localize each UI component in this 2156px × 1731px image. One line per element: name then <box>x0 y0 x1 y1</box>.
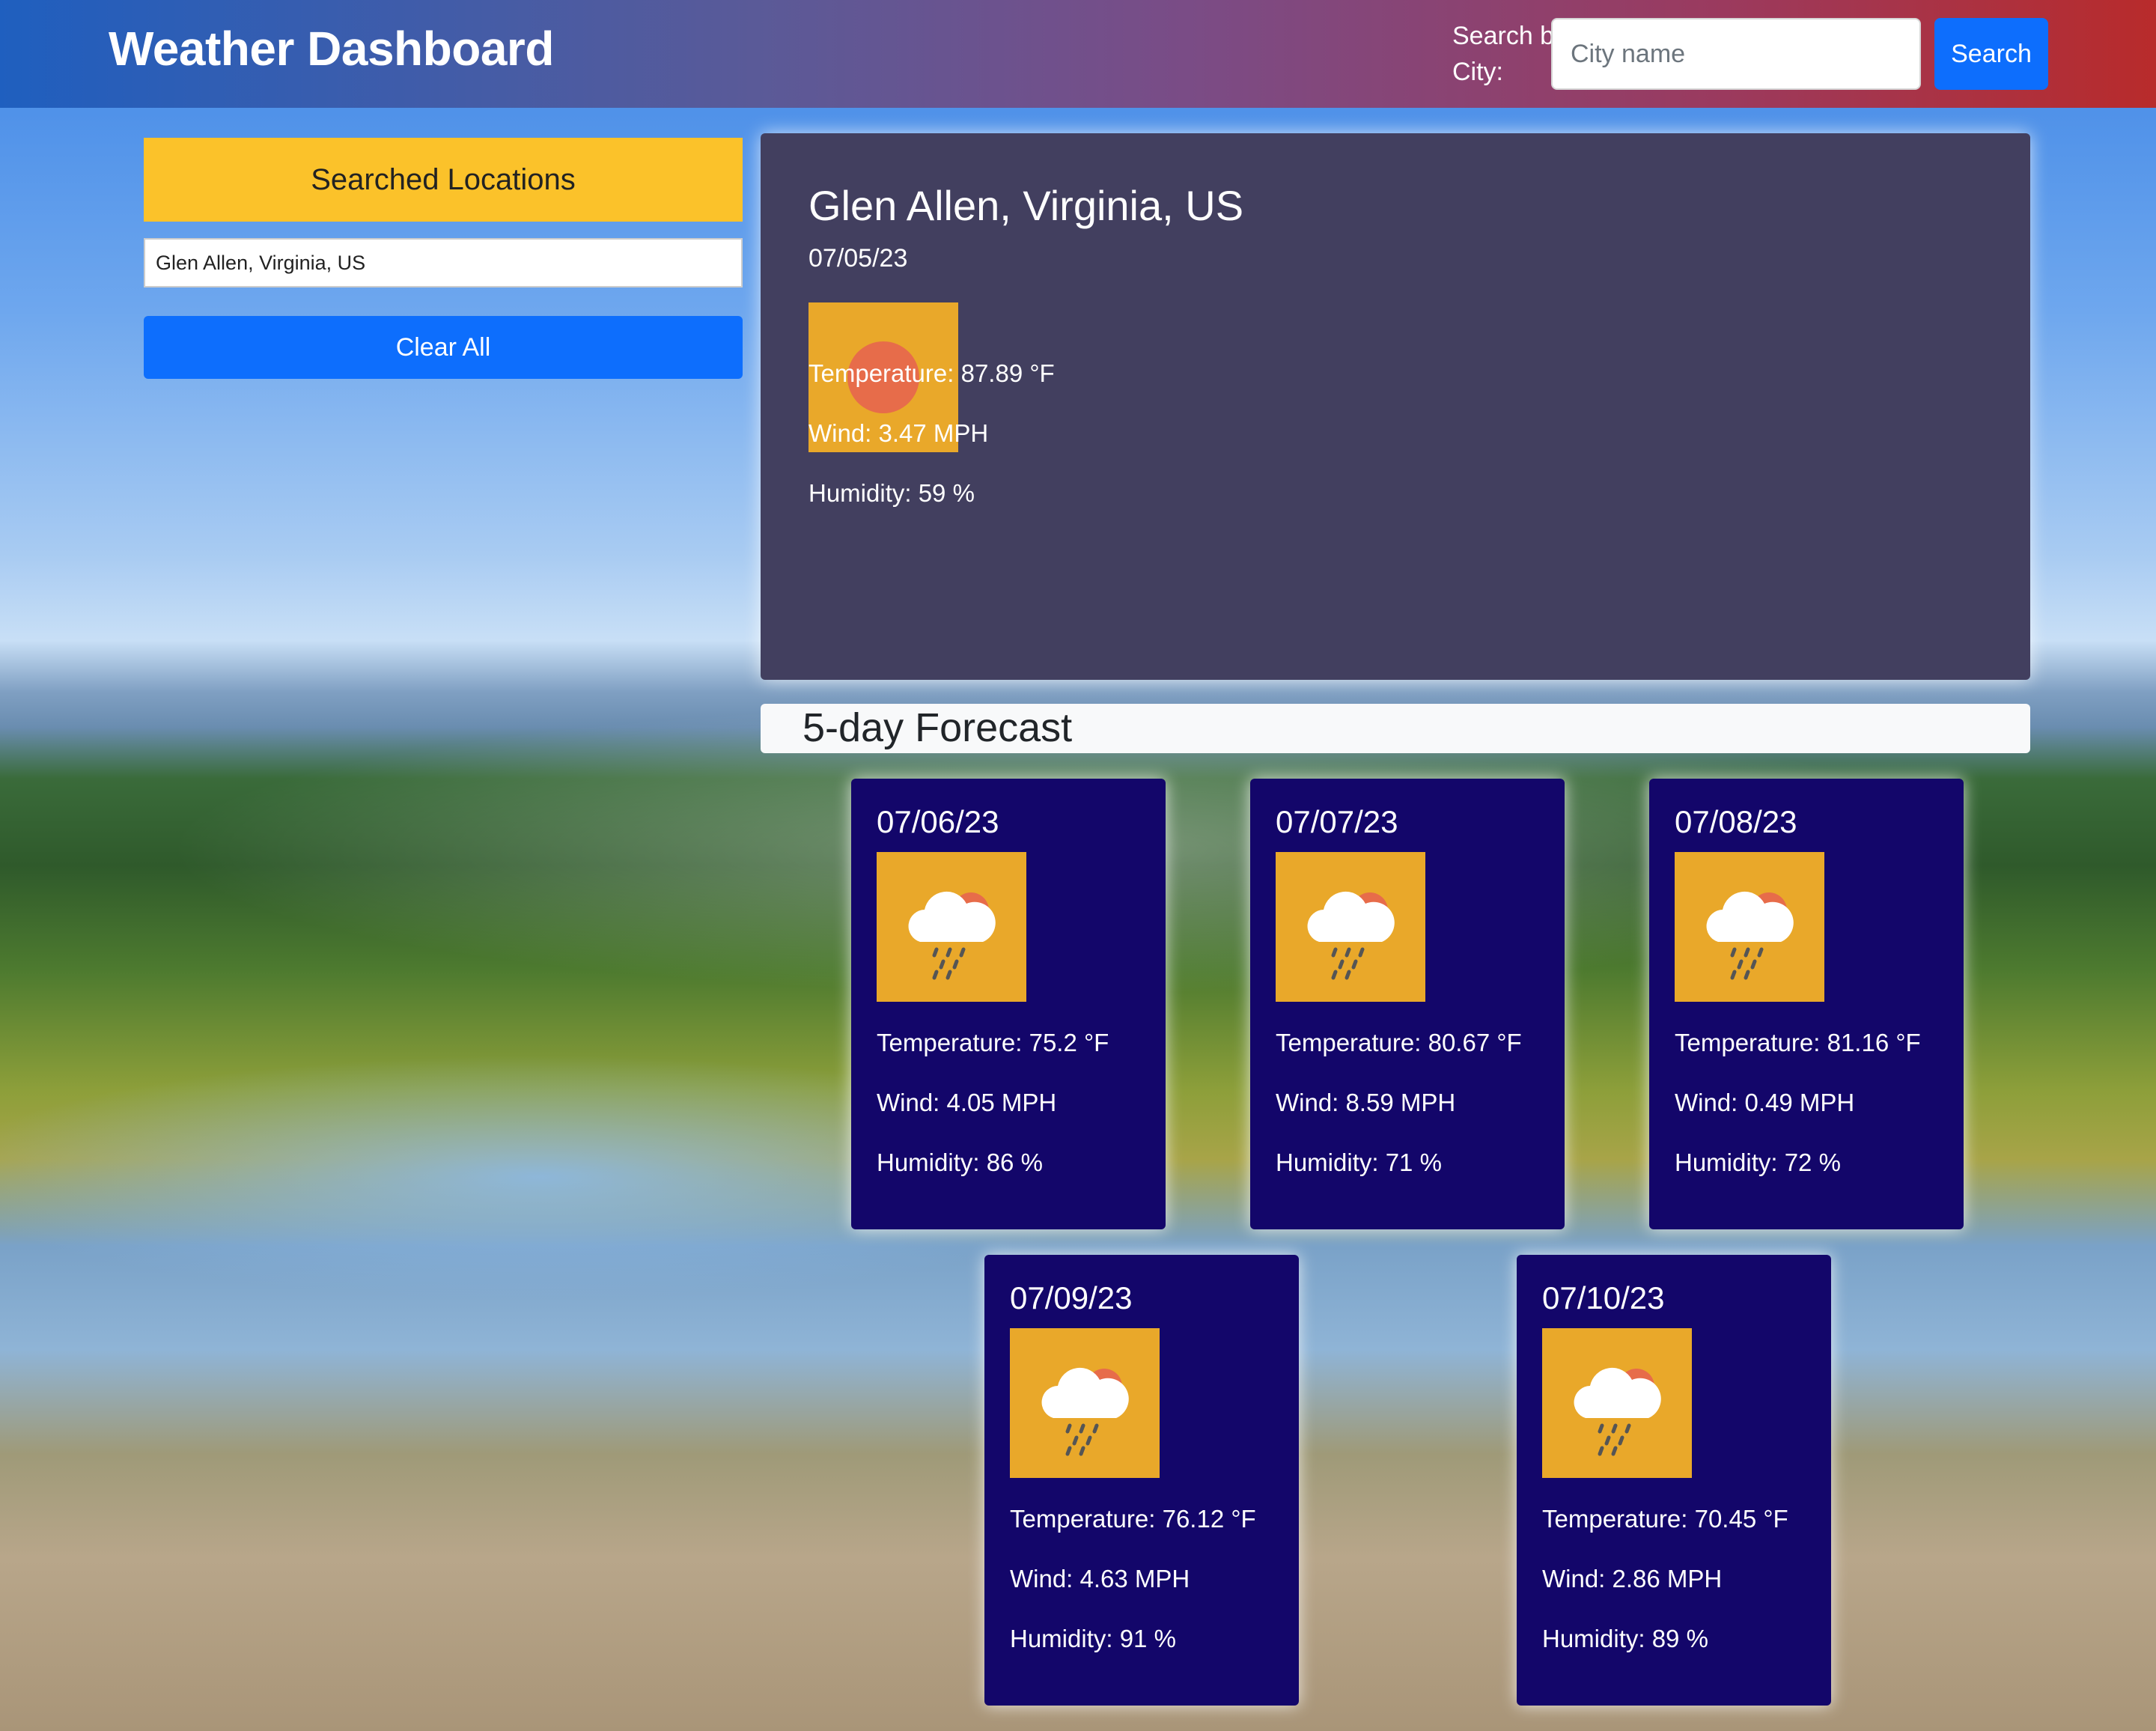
forecast-wind: Wind: 4.05 MPH <box>877 1089 1057 1116</box>
rain-cloud-sun-icon <box>1276 852 1425 1002</box>
forecast-card-day-4: 07/09/23 Temperature: 76.12 °F Wind: 4.6… <box>984 1255 1299 1706</box>
searched-locations-header: Searched Locations <box>144 138 743 222</box>
forecast-wind: Wind: 8.59 MPH <box>1276 1089 1456 1116</box>
searched-location-item[interactable]: Glen Allen, Virginia, US <box>144 238 743 288</box>
forecast-humidity: Humidity: 86 % <box>877 1149 1043 1176</box>
current-wind: Wind: 3.47 MPH <box>808 419 989 447</box>
clear-all-button[interactable]: Clear All <box>144 316 743 379</box>
search-button[interactable]: Search <box>1934 18 2048 90</box>
current-temperature: Temperature: 87.89 °F <box>808 359 1055 387</box>
forecast-temperature: Temperature: 80.67 °F <box>1276 1029 1522 1056</box>
forecast-card-day-5: 07/10/23 Temperature: 70.45 °F Wind: 2.8… <box>1517 1255 1831 1706</box>
forecast-date: 07/07/23 <box>1276 804 1398 839</box>
forecast-temperature: Temperature: 70.45 °F <box>1542 1505 1788 1533</box>
forecast-date: 07/10/23 <box>1542 1280 1665 1315</box>
forecast-card-day-1: 07/06/23 Temperature: 75.2 °F Wind: 4.05… <box>851 779 1166 1229</box>
rain-cloud-sun-icon <box>877 852 1026 1002</box>
current-city-name: Glen Allen, Virginia, US <box>808 182 1244 229</box>
current-humidity: Humidity: 59 % <box>808 479 975 507</box>
rain-cloud-sun-icon <box>1675 852 1824 1002</box>
rain-cloud-sun-icon <box>1010 1328 1160 1478</box>
app-title: Weather Dashboard <box>109 22 554 76</box>
forecast-humidity: Humidity: 72 % <box>1675 1149 1841 1176</box>
rain-cloud-sun-icon <box>1542 1328 1692 1478</box>
forecast-wind: Wind: 4.63 MPH <box>1010 1565 1190 1592</box>
forecast-wind: Wind: 2.86 MPH <box>1542 1565 1723 1592</box>
forecast-date: 07/06/23 <box>877 804 999 839</box>
forecast-title: 5-day Forecast <box>803 705 1073 750</box>
forecast-humidity: Humidity: 89 % <box>1542 1625 1708 1652</box>
forecast-temperature: Temperature: 75.2 °F <box>877 1029 1109 1056</box>
forecast-humidity: Humidity: 71 % <box>1276 1149 1442 1176</box>
forecast-wind: Wind: 0.49 MPH <box>1675 1089 1855 1116</box>
forecast-title-bar: 5-day Forecast <box>761 704 2030 753</box>
forecast-temperature: Temperature: 81.16 °F <box>1675 1029 1921 1056</box>
forecast-card-day-3: 07/08/23 Temperature: 81.16 °F Wind: 0.4… <box>1649 779 1964 1229</box>
forecast-date: 07/08/23 <box>1675 804 1797 839</box>
forecast-humidity: Humidity: 91 % <box>1010 1625 1176 1652</box>
forecast-card-day-2: 07/07/23 Temperature: 80.67 °F Wind: 8.5… <box>1250 779 1565 1229</box>
top-navbar: Weather Dashboard Search by City: Search <box>0 0 2156 108</box>
forecast-date: 07/09/23 <box>1010 1280 1133 1315</box>
current-weather-card: Glen Allen, Virginia, US 07/05/23 Temper… <box>761 133 2030 680</box>
city-search-input[interactable] <box>1551 18 1921 90</box>
current-date: 07/05/23 <box>808 244 908 273</box>
forecast-temperature: Temperature: 76.12 °F <box>1010 1505 1256 1533</box>
